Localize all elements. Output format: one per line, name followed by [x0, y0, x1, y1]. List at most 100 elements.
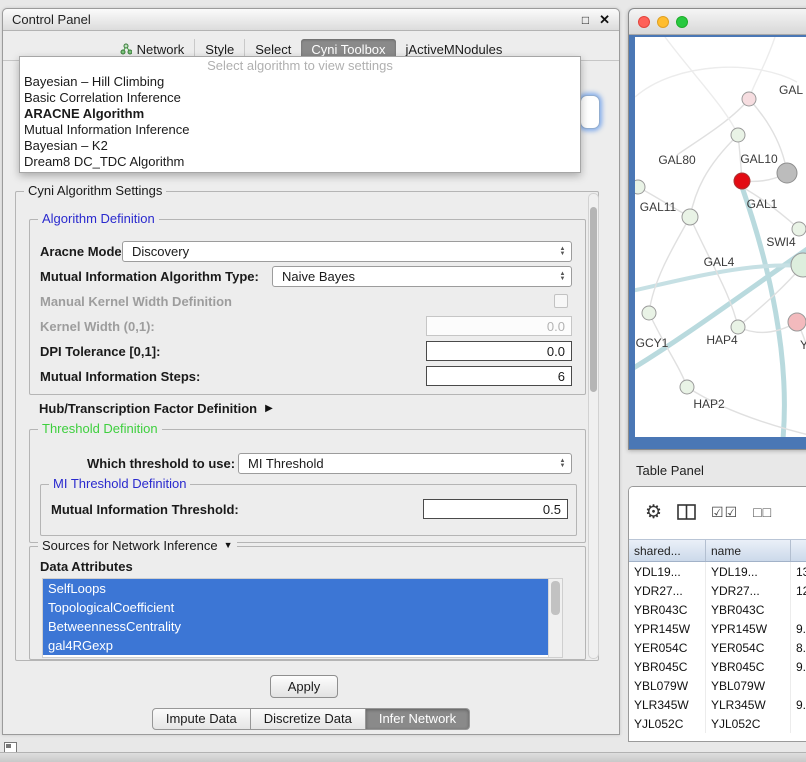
node-label: GAL1	[747, 197, 778, 211]
table-row[interactable]: YPR145W YPR145W 9.	[629, 619, 806, 638]
table-row[interactable]: YLR345W YLR345W 9.	[629, 695, 806, 714]
column-header-partial[interactable]	[791, 540, 806, 561]
cell: YLR345W	[629, 695, 706, 714]
node-selected-red[interactable]	[734, 173, 750, 189]
aracne-mode-label: Aracne Mode:	[40, 242, 126, 262]
selected-value: Discovery	[132, 244, 189, 259]
cell: YBL079W	[706, 676, 791, 695]
select-all-checkboxes-icon[interactable]: ☑☑	[711, 505, 738, 519]
dropdown-item[interactable]: Mutual Information Inference	[20, 122, 580, 138]
network-window-titlebar	[629, 9, 806, 35]
columns-icon[interactable]	[677, 504, 696, 520]
table-header-row: shared... name	[629, 539, 806, 562]
aracne-mode-select[interactable]: Discovery ▲▼	[122, 241, 572, 262]
node-pink[interactable]	[788, 313, 806, 331]
node[interactable]	[635, 180, 645, 194]
control-panel-titlebar: Control Panel □ ✕	[3, 9, 619, 31]
table-row[interactable]: YBR045C YBR045C 9.	[629, 657, 806, 676]
gear-icon[interactable]: ⚙	[645, 503, 662, 522]
dpi-tolerance-field[interactable]: 0.0	[426, 341, 572, 361]
column-header-shared-name[interactable]: shared...	[629, 540, 706, 561]
selected-value: MI Threshold	[248, 456, 324, 471]
attribute-item-selected[interactable]: SelfLoops	[43, 579, 548, 598]
dropdown-item[interactable]: Basic Correlation Inference	[20, 90, 580, 106]
scrollbar-thumb[interactable]	[551, 581, 560, 615]
hub-definition-label: Hub/Transcription Factor Definition	[39, 399, 257, 419]
mi-type-select[interactable]: Naive Bayes ▲▼	[272, 266, 572, 287]
cell: YER054C	[706, 638, 791, 657]
network-graph[interactable]: GAL GAL80 GAL10 GAL11 GAL1 SWI4 GAL4 GCY…	[635, 37, 806, 437]
table-row[interactable]: YBL079W YBL079W	[629, 676, 806, 695]
dropdown-item[interactable]: Dream8 DC_TDC Algorithm	[20, 154, 580, 170]
cell: 9.	[791, 657, 806, 676]
algorithm-dropdown-popup: Select algorithm to view settings Bayesi…	[19, 56, 581, 173]
settings-scrollbar[interactable]	[588, 193, 599, 659]
tab-infer-network[interactable]: Infer Network	[366, 708, 470, 730]
bottom-tab-bar: Impute Data Discretize Data Infer Networ…	[3, 708, 619, 730]
apply-button[interactable]: Apply	[270, 675, 338, 698]
manual-kernel-checkbox[interactable]	[554, 294, 568, 308]
close-traffic-light[interactable]	[638, 16, 650, 28]
tab-impute-data[interactable]: Impute Data	[152, 708, 251, 730]
node[interactable]	[792, 222, 806, 236]
node-label: GAL11	[640, 200, 677, 214]
cell: YBL079W	[629, 676, 706, 695]
node[interactable]	[680, 380, 694, 394]
attribute-item-selected[interactable]: gal4RGexp	[43, 636, 548, 655]
mi-steps-field[interactable]: 6	[426, 366, 572, 386]
attribute-item-selected[interactable]: BetweennessCentrality	[43, 617, 548, 636]
table-row[interactable]: YDR27... YDR27... 12	[629, 581, 806, 600]
node[interactable]	[682, 209, 698, 225]
node-gray[interactable]	[777, 163, 797, 183]
cell: YBR045C	[629, 657, 706, 676]
dropdown-placeholder: Select algorithm to view settings	[20, 57, 580, 74]
which-threshold-select[interactable]: MI Threshold ▲▼	[238, 453, 572, 474]
table-row[interactable]: YJL052C YJL052C	[629, 714, 806, 733]
expand-right-icon[interactable]: ▶	[265, 404, 273, 414]
float-window-icon[interactable]: □	[582, 14, 589, 26]
deselect-all-checkboxes-icon[interactable]: □□	[753, 505, 772, 519]
attribute-list-scrollbar[interactable]	[548, 579, 562, 657]
field-value: 0.5	[543, 502, 561, 517]
manual-kernel-label: Manual Kernel Width Definition	[40, 292, 232, 312]
network-canvas[interactable]: GAL GAL80 GAL10 GAL11 GAL1 SWI4 GAL4 GCY…	[635, 37, 806, 437]
attribute-item-selected[interactable]: TopologicalCoefficient	[43, 598, 548, 617]
table-row[interactable]: YBR043C YBR043C	[629, 600, 806, 619]
hub-definition-toggle[interactable]: Hub/Transcription Factor Definition ▶	[39, 399, 273, 419]
dropdown-item-selected[interactable]: ARACNE Algorithm	[20, 106, 580, 122]
cell: 8.	[791, 638, 806, 657]
node[interactable]	[731, 128, 745, 142]
focused-help-button[interactable]	[580, 95, 600, 129]
table-row[interactable]: YDL19... YDL19... 13	[629, 562, 806, 581]
cell	[791, 600, 806, 619]
kernel-width-label: Kernel Width (0,1):	[40, 317, 155, 337]
cell: YBR045C	[706, 657, 791, 676]
dropdown-item[interactable]: Bayesian – Hill Climbing	[20, 74, 580, 90]
dropdown-item[interactable]: Bayesian – K2	[20, 138, 580, 154]
cell: YDL19...	[706, 562, 791, 581]
mi-threshold-field[interactable]: 0.5	[423, 499, 568, 519]
node[interactable]	[742, 92, 756, 106]
minimize-traffic-light[interactable]	[657, 16, 669, 28]
mi-threshold-label: Mutual Information Threshold:	[51, 500, 239, 520]
node-label: HAP2	[693, 397, 725, 411]
table-panel-title: Table Panel	[636, 463, 704, 478]
tab-discretize-data[interactable]: Discretize Data	[251, 708, 366, 730]
zoom-traffic-light[interactable]	[676, 16, 688, 28]
node[interactable]	[731, 320, 745, 334]
close-icon[interactable]: ✕	[599, 13, 610, 26]
mi-type-label: Mutual Information Algorithm Type:	[40, 267, 259, 287]
field-value: 6	[558, 369, 565, 384]
tab-label: Infer Network	[379, 711, 456, 726]
group-title: MI Threshold Definition	[49, 476, 190, 491]
cell: 9.	[791, 619, 806, 638]
collapse-down-icon[interactable]: ▼	[224, 541, 233, 550]
table-row[interactable]: YER054C YER054C 8.	[629, 638, 806, 657]
sources-group: Sources for Network Inference ▼ Data Att…	[29, 546, 586, 660]
node-label: GAL80	[658, 153, 696, 167]
table-body: YDL19... YDL19... 13 YDR27... YDR27... 1…	[629, 562, 806, 741]
kernel-width-field[interactable]: 0.0	[426, 316, 572, 336]
scrollbar-thumb[interactable]	[590, 207, 597, 392]
column-header-name[interactable]: name	[706, 540, 791, 561]
node[interactable]	[642, 306, 656, 320]
